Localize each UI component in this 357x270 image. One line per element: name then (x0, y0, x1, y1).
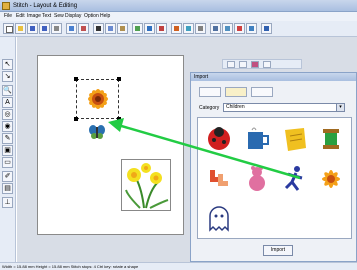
color-button[interactable] (234, 23, 245, 34)
ghost-icon[interactable] (204, 204, 234, 234)
panel-tool-button[interactable] (239, 61, 247, 68)
tab-folder[interactable] (225, 87, 247, 97)
paste-button[interactable] (117, 23, 128, 34)
preview-button[interactable] (261, 23, 272, 34)
measure-icon[interactable]: ⊥ (2, 197, 13, 208)
send-button[interactable] (66, 23, 77, 34)
zoom-icon[interactable]: 🔍 (2, 85, 13, 96)
open-button[interactable] (15, 23, 26, 34)
import-button[interactable]: Import (263, 245, 293, 256)
group-button[interactable] (222, 23, 233, 34)
menu-file[interactable]: File (4, 13, 12, 20)
status-bar: Width = 15.88 mm Height = 15.88 mm Stitc… (0, 262, 357, 270)
fill-icon[interactable]: ◉ (2, 121, 13, 132)
save-as-button[interactable] (39, 23, 50, 34)
stamp-icon[interactable]: ▣ (2, 145, 13, 156)
daffodil-icon (125, 163, 169, 209)
design-canvas[interactable] (37, 55, 184, 235)
resize-handle[interactable] (117, 117, 121, 121)
daffodil-frame[interactable] (121, 159, 171, 211)
mirror-button[interactable] (183, 23, 194, 34)
undo-button[interactable] (156, 23, 167, 34)
eraser-icon[interactable]: ▭ (2, 157, 13, 168)
sunflower-icon[interactable] (78, 81, 118, 117)
spool-icon[interactable] (316, 124, 346, 154)
resize-handle[interactable] (74, 117, 78, 121)
menu-text[interactable]: Text (42, 13, 51, 20)
select-icon[interactable]: ↖ (2, 59, 13, 70)
panel-tool-button[interactable] (227, 61, 235, 68)
menu-option[interactable]: Option (84, 13, 99, 20)
panel-tool-button[interactable] (263, 61, 271, 68)
menu-help[interactable]: Help (100, 13, 110, 20)
text-icon[interactable]: A (2, 97, 13, 108)
main-toolbar (0, 21, 357, 37)
menu-display[interactable]: Display (65, 13, 81, 20)
ladybug-icon[interactable] (204, 124, 234, 154)
window-title: Stitch - Layout & Editing (13, 3, 78, 9)
image-icon[interactable]: ▤ (2, 183, 13, 194)
category-value: Children (226, 104, 245, 110)
design-grid (197, 117, 352, 239)
align-button[interactable] (210, 23, 221, 34)
panel-title: Import (191, 73, 356, 81)
save-button[interactable] (27, 23, 38, 34)
rotate-button[interactable] (195, 23, 206, 34)
sunflower-icon[interactable] (316, 164, 346, 194)
panel-toolbar (222, 59, 302, 69)
tool-palette: ↖ ↘ 🔍 A ◎ ◉ ✎ ▣ ▭ ✐ ▤ ⊥ (0, 37, 16, 262)
export-button[interactable] (144, 23, 155, 34)
category-select[interactable]: Children ▾ (223, 103, 345, 112)
shape-icon[interactable]: ◎ (2, 109, 13, 120)
butterfly-icon[interactable] (88, 124, 106, 140)
menu-sew[interactable]: Sew (54, 13, 64, 20)
brush-icon[interactable]: ✎ (2, 133, 13, 144)
card-button[interactable] (78, 23, 89, 34)
mug-icon[interactable] (242, 124, 272, 154)
import-panel: Import Category Children ▾ Import (190, 72, 357, 262)
new-button[interactable] (3, 23, 14, 34)
socks-icon[interactable] (204, 164, 234, 194)
chevron-down-icon[interactable]: ▾ (336, 104, 344, 111)
cut-button[interactable] (93, 23, 104, 34)
point-icon[interactable]: ↘ (2, 71, 13, 82)
category-label: Category (199, 105, 220, 111)
print-button[interactable] (51, 23, 62, 34)
title-bar: Stitch - Layout & Editing (0, 0, 357, 12)
app-icon (2, 2, 10, 10)
tab-file[interactable] (251, 87, 273, 97)
menu-edit[interactable]: Edit (16, 13, 25, 20)
runner-icon[interactable] (280, 164, 310, 194)
note-icon[interactable] (280, 124, 310, 154)
bear-icon[interactable] (242, 164, 272, 194)
panel-tool-button[interactable] (251, 61, 259, 68)
menu-bar: File Edit Image Text Sew Display Option … (0, 12, 357, 21)
import-button[interactable] (132, 23, 143, 34)
tab-embroidery[interactable] (199, 87, 221, 97)
menu-image[interactable]: Image (27, 13, 41, 20)
wand-button[interactable] (171, 23, 182, 34)
stitch-button[interactable] (246, 23, 257, 34)
pen-icon[interactable]: ✐ (2, 171, 13, 182)
copy-button[interactable] (105, 23, 116, 34)
